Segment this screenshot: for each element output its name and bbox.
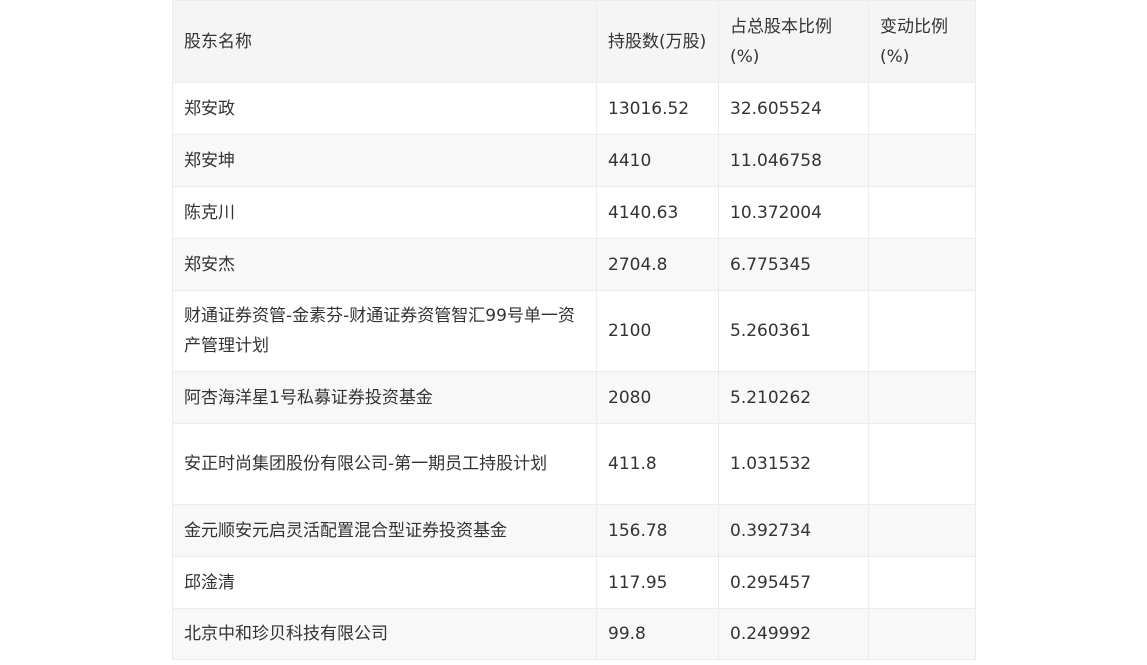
cell-shares: 411.8 bbox=[596, 423, 719, 505]
cell-name: 郑安政 bbox=[172, 82, 597, 135]
cell-ratio: 5.260361 bbox=[718, 290, 869, 372]
cell-shares: 117.95 bbox=[596, 556, 719, 609]
table-header-row: 股东名称 持股数(万股) 占总股本比例(%) 变动比例(%) bbox=[172, 0, 976, 83]
shareholder-table: 股东名称 持股数(万股) 占总股本比例(%) 变动比例(%) 郑安政 13016… bbox=[172, 0, 976, 660]
cell-change bbox=[868, 290, 976, 372]
cell-ratio: 10.372004 bbox=[718, 186, 869, 239]
table-row: 安正时尚集团股份有限公司-第一期员工持股计划 411.8 1.031532 bbox=[172, 423, 976, 505]
cell-change bbox=[868, 608, 976, 660]
cell-name: 安正时尚集团股份有限公司-第一期员工持股计划 bbox=[172, 423, 597, 505]
cell-shares: 13016.52 bbox=[596, 82, 719, 135]
cell-name: 郑安坤 bbox=[172, 134, 597, 187]
cell-ratio: 0.249992 bbox=[718, 608, 869, 660]
cell-ratio: 11.046758 bbox=[718, 134, 869, 187]
table-row: 郑安杰 2704.8 6.775345 bbox=[172, 238, 976, 291]
header-change: 变动比例(%) bbox=[868, 0, 976, 83]
cell-name: 北京中和珍贝科技有限公司 bbox=[172, 608, 597, 660]
cell-change bbox=[868, 423, 976, 505]
header-shareholder-name: 股东名称 bbox=[172, 0, 597, 83]
header-shares: 持股数(万股) bbox=[596, 0, 719, 83]
cell-shares: 2100 bbox=[596, 290, 719, 372]
cell-change bbox=[868, 82, 976, 135]
cell-shares: 99.8 bbox=[596, 608, 719, 660]
table-row: 郑安政 13016.52 32.605524 bbox=[172, 82, 976, 135]
cell-ratio: 0.295457 bbox=[718, 556, 869, 609]
cell-change bbox=[868, 238, 976, 291]
table-row: 金元顺安元启灵活配置混合型证券投资基金 156.78 0.392734 bbox=[172, 504, 976, 557]
cell-name: 财通证券资管-金素芬-财通证券资管智汇99号单一资产管理计划 bbox=[172, 290, 597, 372]
cell-ratio: 6.775345 bbox=[718, 238, 869, 291]
header-ratio: 占总股本比例(%) bbox=[718, 0, 869, 83]
table-row: 陈克川 4140.63 10.372004 bbox=[172, 186, 976, 239]
cell-change bbox=[868, 556, 976, 609]
table-row: 北京中和珍贝科技有限公司 99.8 0.249992 bbox=[172, 608, 976, 660]
cell-ratio: 5.210262 bbox=[718, 371, 869, 424]
cell-shares: 2704.8 bbox=[596, 238, 719, 291]
table-row: 财通证券资管-金素芬-财通证券资管智汇99号单一资产管理计划 2100 5.26… bbox=[172, 290, 976, 372]
cell-ratio: 32.605524 bbox=[718, 82, 869, 135]
cell-name: 金元顺安元启灵活配置混合型证券投资基金 bbox=[172, 504, 597, 557]
cell-change bbox=[868, 134, 976, 187]
table-row: 阿杏海洋星1号私募证券投资基金 2080 5.210262 bbox=[172, 371, 976, 424]
cell-ratio: 0.392734 bbox=[718, 504, 869, 557]
cell-change bbox=[868, 371, 976, 424]
cell-shares: 4140.63 bbox=[596, 186, 719, 239]
cell-shares: 156.78 bbox=[596, 504, 719, 557]
shareholder-table-container: 股东名称 持股数(万股) 占总股本比例(%) 变动比例(%) 郑安政 13016… bbox=[172, 0, 976, 660]
cell-change bbox=[868, 504, 976, 557]
cell-shares: 4410 bbox=[596, 134, 719, 187]
cell-name: 阿杏海洋星1号私募证券投资基金 bbox=[172, 371, 597, 424]
table-row: 郑安坤 4410 11.046758 bbox=[172, 134, 976, 187]
cell-change bbox=[868, 186, 976, 239]
table-row: 邱淦清 117.95 0.295457 bbox=[172, 556, 976, 609]
cell-name: 邱淦清 bbox=[172, 556, 597, 609]
cell-ratio: 1.031532 bbox=[718, 423, 869, 505]
cell-name: 陈克川 bbox=[172, 186, 597, 239]
cell-shares: 2080 bbox=[596, 371, 719, 424]
cell-name: 郑安杰 bbox=[172, 238, 597, 291]
